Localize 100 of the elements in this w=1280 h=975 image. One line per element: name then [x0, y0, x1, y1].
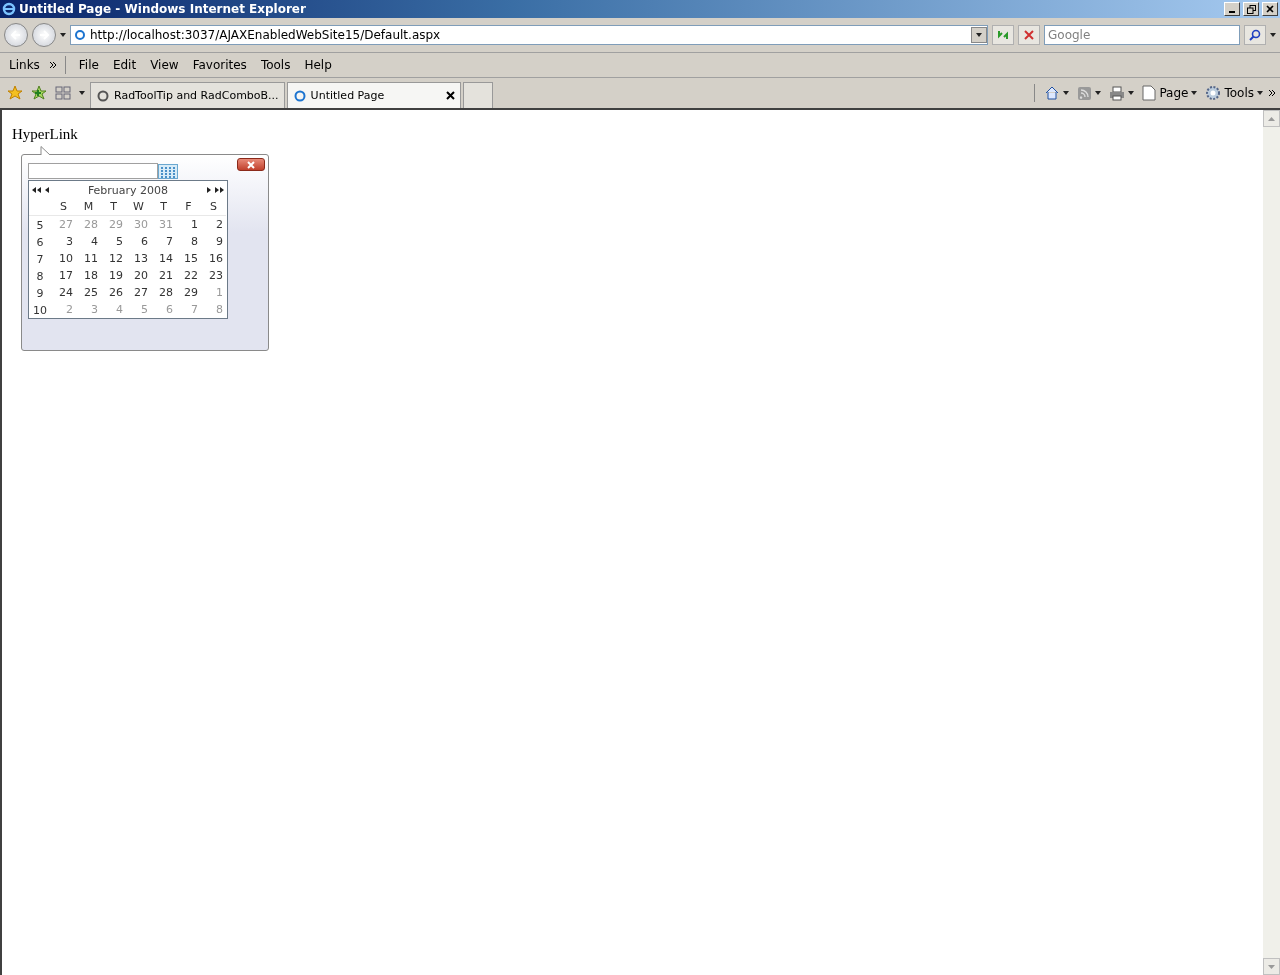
calendar-day[interactable]: 23 — [201, 267, 226, 284]
calendar-day[interactable]: 10 — [51, 250, 76, 267]
star-plus-icon — [31, 85, 47, 101]
back-button[interactable] — [4, 23, 28, 47]
calendar-day[interactable]: 24 — [51, 284, 76, 301]
calendar-day[interactable]: 27 — [126, 284, 151, 301]
grid-icon — [55, 86, 71, 100]
close-icon — [1266, 5, 1274, 13]
weekday-header: S — [201, 199, 226, 216]
menu-item[interactable]: File — [73, 56, 104, 74]
calendar-day[interactable]: 5 — [101, 233, 126, 250]
week-number: 10 — [32, 303, 48, 318]
close-button[interactable] — [237, 158, 265, 171]
menu-item[interactable]: Favorites — [187, 56, 252, 74]
caret-icon — [1063, 90, 1070, 96]
search-button[interactable] — [1244, 25, 1266, 45]
weekday-header: W — [126, 199, 151, 216]
week-number: 6 — [35, 235, 45, 250]
caret-icon — [1128, 90, 1135, 96]
weekday-header: T — [101, 199, 126, 216]
search-field[interactable]: Google — [1044, 25, 1240, 45]
window-title: Untitled Page - Windows Internet Explorer — [19, 2, 307, 16]
tools-menu-button[interactable]: Tools — [1202, 81, 1266, 105]
calendar-day[interactable]: 15 — [176, 250, 201, 267]
calendar-day[interactable]: 26 — [101, 284, 126, 301]
chevron-icon — [48, 61, 57, 69]
feed-icon — [1077, 85, 1093, 101]
calendar-day[interactable]: 1 — [176, 216, 201, 233]
up-arrow-icon — [1268, 116, 1275, 121]
calendar-day[interactable]: 3 — [51, 233, 76, 250]
down-arrow-icon — [1268, 964, 1275, 969]
calendar-day[interactable]: 14 — [151, 250, 176, 267]
forward-button[interactable] — [32, 23, 56, 47]
calendar-day[interactable]: 20 — [126, 267, 151, 284]
calendar-day[interactable]: 11 — [76, 250, 101, 267]
browser-tab[interactable]: Untitled Page — [286, 82, 461, 108]
browser-tab[interactable]: RadToolTip and RadComboB... — [90, 82, 285, 108]
date-input-field[interactable] — [28, 163, 158, 179]
weekday-header: T — [151, 199, 176, 216]
calendar-day[interactable]: 7 — [151, 233, 176, 250]
home-icon — [1044, 85, 1061, 101]
restore-button[interactable] — [1243, 2, 1259, 16]
address-field[interactable]: http://localhost:3037/AJAXEnabledWebSite15/Default.aspx — [70, 25, 988, 45]
chevron-icon — [1268, 89, 1276, 97]
hyperlink[interactable]: HyperLink — [12, 126, 78, 142]
calendar-day[interactable]: 2 — [201, 216, 226, 233]
double-left-arrow-icon — [32, 187, 42, 193]
refresh-icon — [997, 29, 1009, 41]
weekday-header: M — [76, 199, 101, 216]
printer-icon — [1109, 85, 1126, 101]
menu-item[interactable]: Tools — [255, 56, 296, 74]
menu-item[interactable]: Help — [299, 56, 337, 74]
calendar-day[interactable]: 22 — [176, 267, 201, 284]
calendar-day[interactable]: 19 — [101, 267, 126, 284]
address-dropdown-button[interactable] — [971, 27, 987, 43]
restore-icon — [1246, 4, 1256, 14]
calendar-icon[interactable] — [158, 163, 178, 179]
links-toolbar-button[interactable]: Links — [4, 56, 45, 74]
calendar-day[interactable]: 16 — [201, 250, 226, 267]
stop-button[interactable] — [1018, 25, 1040, 45]
url-input[interactable]: http://localhost:3037/AJAXEnabledWebSite15/Default.aspx — [90, 28, 967, 42]
back-arrow-icon — [10, 29, 22, 41]
gear-icon — [1205, 85, 1222, 101]
calendar-day[interactable]: 28 — [151, 284, 176, 301]
calendar-day[interactable]: 6 — [126, 233, 151, 250]
month-title: February 2008 — [86, 183, 170, 197]
calendar-day[interactable]: 29 — [176, 284, 201, 301]
caret-icon — [976, 32, 982, 38]
week-number: 8 — [35, 269, 45, 284]
weekday-header: S — [51, 199, 76, 216]
caret-icon — [79, 90, 85, 96]
dropdown-caret-icon — [1270, 32, 1276, 38]
caret-icon — [1191, 90, 1198, 96]
caret-icon — [1257, 90, 1263, 96]
calendar-day[interactable]: 8 — [176, 233, 201, 250]
week-number: 9 — [35, 286, 45, 301]
calendar-day[interactable]: 18 — [76, 267, 101, 284]
close-icon[interactable] — [445, 91, 455, 100]
calendar-day[interactable]: 9 — [201, 233, 226, 250]
calendar-day[interactable]: 4 — [76, 233, 101, 250]
week-number: 7 — [35, 252, 45, 267]
browser-logo-icon — [2, 2, 16, 16]
calendar-day[interactable]: 25 — [76, 284, 101, 301]
page-menu-button[interactable]: Page — [1139, 81, 1201, 105]
weekday-header: F — [176, 199, 201, 216]
calendar-day[interactable]: 17 — [51, 267, 76, 284]
search-icon — [1249, 29, 1261, 41]
calendar-day[interactable]: 13 — [126, 250, 151, 267]
dropdown-caret-icon — [60, 32, 66, 38]
caret-icon — [44, 187, 50, 193]
calendar-day[interactable]: 21 — [151, 267, 176, 284]
minimize-button[interactable] — [1224, 2, 1240, 16]
week-number: 5 — [35, 218, 45, 233]
caret-icon — [206, 187, 212, 193]
menu-item[interactable]: Edit — [107, 56, 142, 74]
refresh-button[interactable] — [992, 25, 1014, 45]
menu-item[interactable]: View — [145, 56, 184, 74]
double-right-arrow-icon — [214, 187, 224, 193]
caret-icon — [1095, 90, 1102, 96]
calendar-day[interactable]: 12 — [101, 250, 126, 267]
